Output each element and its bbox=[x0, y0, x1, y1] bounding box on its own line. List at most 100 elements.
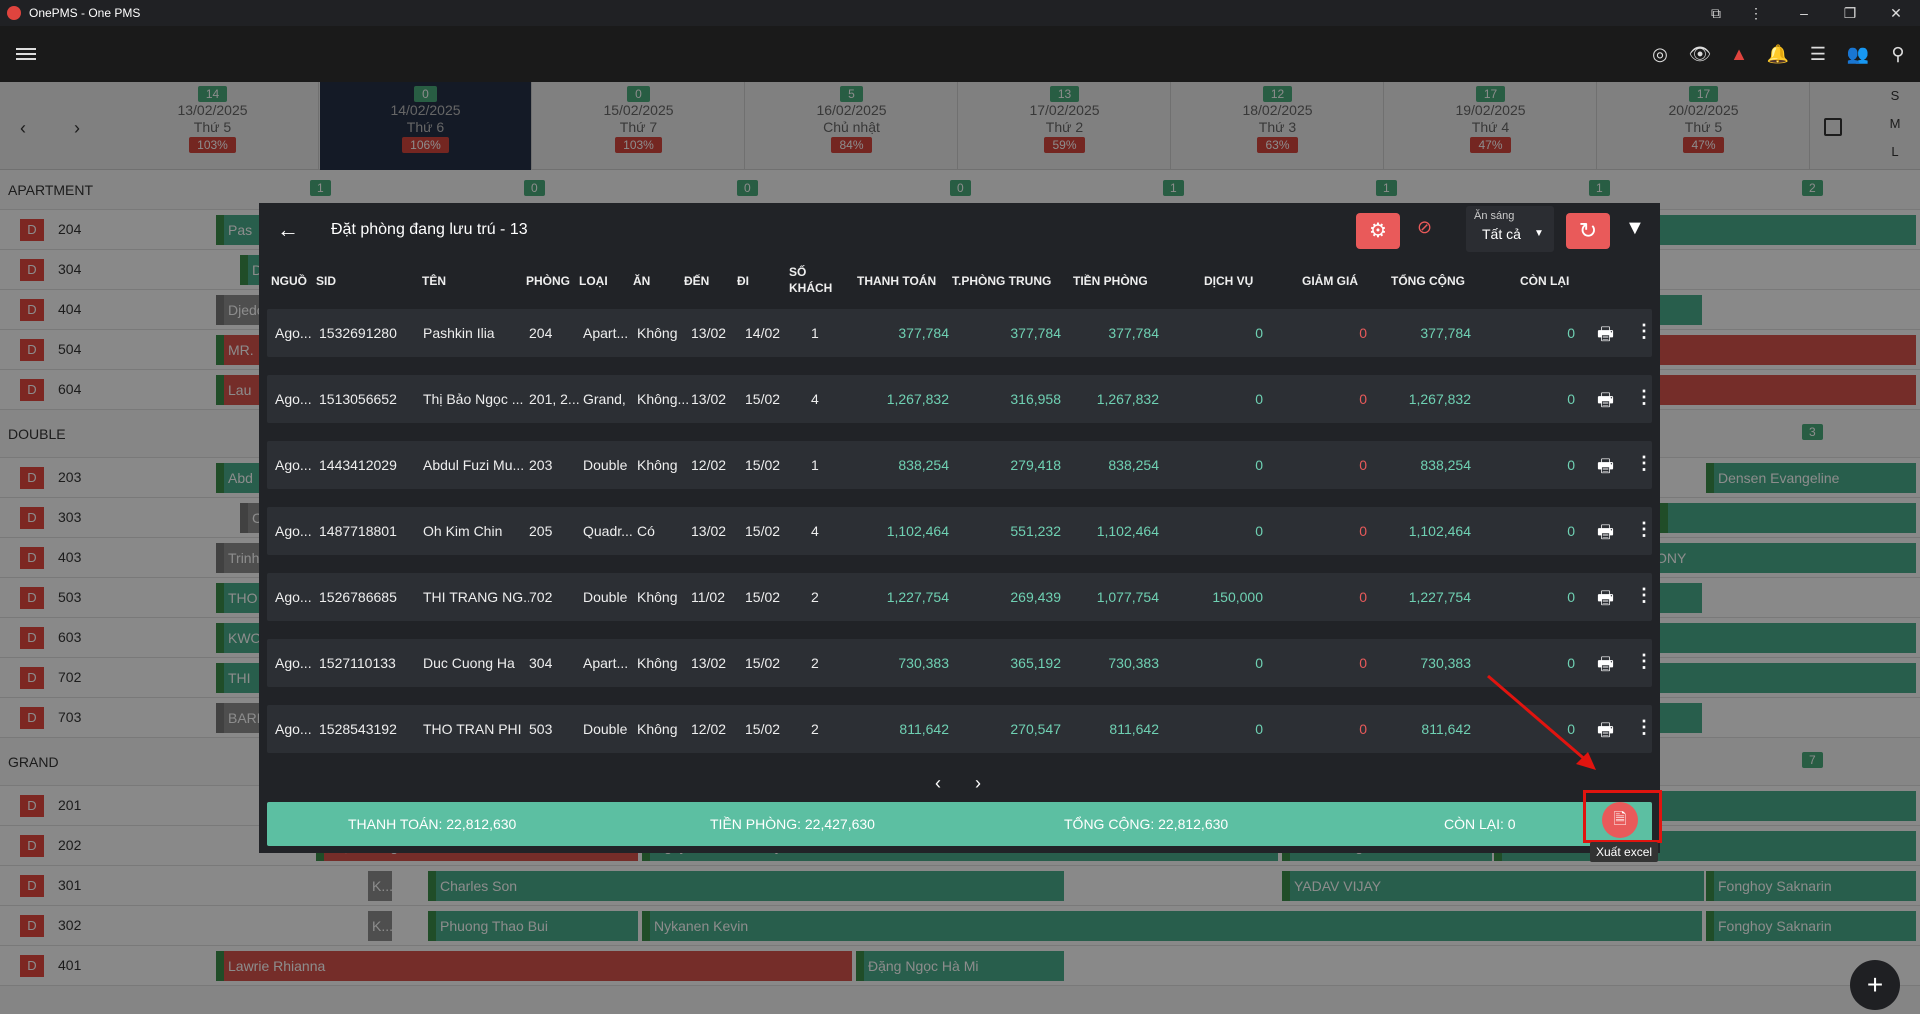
more-actions-icon[interactable]: ⋮ bbox=[1635, 321, 1653, 342]
cell-paid: 377,784 bbox=[898, 325, 949, 341]
list-icon[interactable]: ☰ bbox=[1806, 42, 1830, 66]
cell-departure: 14/02 bbox=[745, 325, 781, 341]
cell-avg-room: 269,439 bbox=[1010, 589, 1061, 605]
col-header-discount[interactable]: GIẢM GIÁ bbox=[1302, 274, 1358, 288]
cell-guests: 1 bbox=[811, 325, 819, 341]
cell-avg-room: 365,192 bbox=[1010, 655, 1061, 671]
cell-guests: 2 bbox=[811, 721, 819, 737]
cell-avg-room: 551,232 bbox=[1010, 523, 1061, 539]
more-actions-icon[interactable]: ⋮ bbox=[1635, 387, 1653, 408]
cell-type: Apart... bbox=[583, 655, 629, 671]
cell-room: 205 bbox=[529, 523, 553, 539]
cell-remaining: 0 bbox=[1567, 325, 1575, 341]
cell-remaining: 0 bbox=[1567, 457, 1575, 473]
more-actions-icon[interactable]: ⋮ bbox=[1635, 519, 1653, 540]
refresh-button[interactable]: ↻ bbox=[1566, 213, 1610, 249]
cell-source: Ago... bbox=[275, 325, 311, 341]
prev-page-button[interactable]: ‹ bbox=[935, 773, 941, 794]
extension-icon[interactable]: ⧉ bbox=[1696, 0, 1736, 26]
table-row[interactable]: Ago... 1526786685 THI TRANG NG... 702 Do… bbox=[267, 573, 1653, 621]
col-header-total[interactable]: TỔNG CỘNG bbox=[1391, 274, 1465, 288]
cell-departure: 15/02 bbox=[745, 523, 781, 539]
export-excel-button[interactable]: 🗎 bbox=[1602, 802, 1638, 838]
table-row[interactable]: Ago... 1528543192 THO TRAN PHI 503 Doubl… bbox=[267, 705, 1653, 753]
search-icon[interactable]: ⚲ bbox=[1886, 42, 1910, 66]
add-booking-button[interactable]: + bbox=[1850, 960, 1900, 1010]
col-header-room[interactable]: PHÒNG bbox=[526, 274, 570, 288]
summary-total: TỔNG CỘNG: 22,812,630 bbox=[1064, 816, 1229, 832]
table-row[interactable]: Ago... 1513056652 Thị Bảo Ngọc ... 201, … bbox=[267, 375, 1653, 423]
col-header-avg-room[interactable]: T.PHÒNG TRUNG bbox=[952, 274, 1051, 288]
col-header-service[interactable]: DỊCH VỤ bbox=[1204, 274, 1253, 288]
table-row[interactable]: Ago... 1532691280 Pashkin Ilia 204 Apart… bbox=[267, 309, 1653, 357]
cell-type: Grand, bbox=[583, 391, 626, 407]
cell-service: 0 bbox=[1255, 523, 1263, 539]
cell-service: 0 bbox=[1255, 655, 1263, 671]
col-header-arrival[interactable]: ĐẾN bbox=[684, 274, 709, 288]
cell-sid: 1513056652 bbox=[319, 391, 397, 407]
fingerprint-icon[interactable]: ◎ bbox=[1648, 42, 1672, 66]
print-icon[interactable]: 🖶 bbox=[1597, 586, 1614, 616]
dropdown-caret-icon: ▼ bbox=[1534, 228, 1544, 239]
more-actions-icon[interactable]: ⋮ bbox=[1635, 585, 1653, 606]
hide-column-icon[interactable]: ⊘ bbox=[1417, 217, 1432, 238]
col-header-paid[interactable]: THANH TOÁN bbox=[857, 274, 936, 288]
col-header-source[interactable]: NGUỒ bbox=[271, 274, 307, 288]
print-icon[interactable]: 🖶 bbox=[1597, 388, 1614, 418]
cell-source: Ago... bbox=[275, 721, 311, 737]
table-row[interactable]: Ago... 1487718801 Oh Kim Chin 205 Quadr.… bbox=[267, 507, 1653, 555]
breakfast-select-value: Tất cả bbox=[1482, 226, 1521, 242]
more-actions-icon[interactable]: ⋮ bbox=[1635, 651, 1653, 672]
col-header-room-fee[interactable]: TIỀN PHÒNG bbox=[1073, 274, 1148, 288]
cell-sid: 1528543192 bbox=[319, 721, 397, 737]
cell-avg-room: 377,784 bbox=[1010, 325, 1061, 341]
cell-source: Ago... bbox=[275, 589, 311, 605]
close-window-button[interactable]: ✕ bbox=[1876, 0, 1916, 26]
col-header-meal[interactable]: ĂN bbox=[633, 274, 650, 288]
cell-room-fee: 811,642 bbox=[1109, 721, 1159, 737]
col-header-guests-line2[interactable]: KHÁCH bbox=[789, 281, 832, 295]
cell-type: Quadr... bbox=[583, 523, 633, 539]
col-header-sid[interactable]: SID bbox=[316, 274, 336, 288]
notification-bell-icon[interactable]: 🔔 bbox=[1766, 42, 1790, 66]
cell-avg-room: 316,958 bbox=[1010, 391, 1061, 407]
more-vert-icon[interactable]: ⋮ bbox=[1736, 0, 1776, 26]
table-row[interactable]: Ago... 1527110133 Duc Cuong Ha 304 Apart… bbox=[267, 639, 1653, 687]
print-icon[interactable]: 🖶 bbox=[1597, 322, 1614, 352]
col-header-remaining[interactable]: CÒN LẠI bbox=[1520, 274, 1569, 288]
settings-gear-button[interactable]: ⚙ bbox=[1356, 213, 1400, 249]
hamburger-menu-icon[interactable] bbox=[16, 44, 36, 64]
col-header-departure[interactable]: ĐI bbox=[737, 274, 749, 288]
more-actions-icon[interactable]: ⋮ bbox=[1635, 717, 1653, 738]
cell-total: 1,267,832 bbox=[1408, 391, 1471, 407]
col-header-type[interactable]: LOẠI bbox=[579, 274, 608, 288]
cell-room-fee: 377,784 bbox=[1108, 325, 1159, 341]
table-row[interactable]: Ago... 1443412029 Abdul Fuzi Mu... 203 D… bbox=[267, 441, 1653, 489]
back-arrow-icon[interactable]: ← bbox=[277, 217, 299, 243]
more-actions-icon[interactable]: ⋮ bbox=[1635, 453, 1653, 474]
print-icon[interactable]: 🖶 bbox=[1597, 454, 1614, 484]
cell-name: Duc Cuong Ha bbox=[423, 655, 515, 671]
cell-paid: 1,267,832 bbox=[886, 391, 949, 407]
eye-icon[interactable]: 👁 bbox=[1688, 42, 1712, 66]
col-header-name[interactable]: TÊN bbox=[422, 274, 446, 288]
cell-room-fee: 1,267,832 bbox=[1096, 391, 1159, 407]
filter-icon[interactable]: ▼ bbox=[1625, 217, 1645, 240]
next-page-button[interactable]: › bbox=[975, 773, 981, 794]
restore-button[interactable]: ❐ bbox=[1830, 0, 1870, 26]
warning-icon[interactable]: ▲ bbox=[1727, 42, 1751, 66]
add-user-icon[interactable]: 👥 bbox=[1846, 42, 1870, 66]
cell-discount: 0 bbox=[1359, 391, 1367, 407]
cell-remaining: 0 bbox=[1567, 391, 1575, 407]
col-header-guests-line1[interactable]: SỐ bbox=[789, 265, 806, 279]
cell-meal: Có bbox=[637, 523, 655, 539]
cell-departure: 15/02 bbox=[745, 391, 781, 407]
print-icon[interactable]: 🖶 bbox=[1597, 520, 1614, 550]
cell-sid: 1487718801 bbox=[319, 523, 397, 539]
cell-total: 377,784 bbox=[1420, 325, 1471, 341]
cell-room: 204 bbox=[529, 325, 553, 341]
minimize-button[interactable]: – bbox=[1784, 0, 1824, 26]
breakfast-select[interactable]: Ăn sáng Tất cả ▼ bbox=[1466, 206, 1554, 252]
cell-paid: 1,227,754 bbox=[886, 589, 949, 605]
cell-arrival: 12/02 bbox=[691, 457, 727, 473]
